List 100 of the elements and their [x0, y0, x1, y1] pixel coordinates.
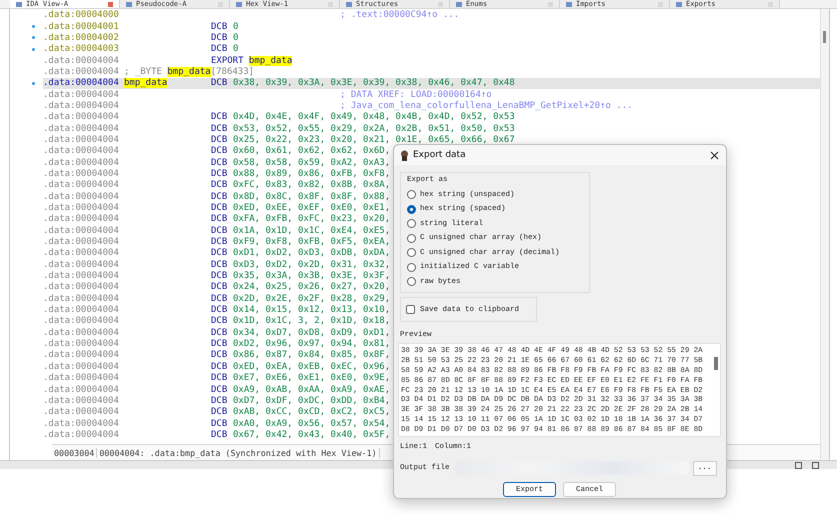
mnemonic: DCB [211, 180, 228, 190]
operand: 0xA0, 0xA9, 0x56, 0x57, 0x54, [233, 418, 390, 429]
address: .data:00004004 [43, 146, 120, 156]
comment: ; Java_com_lena_colorfullena_LenaBMP_GetPixel+20↑o ... [340, 100, 633, 111]
mnemonic: DCB [211, 373, 228, 384]
address: .data:00004004 [43, 282, 120, 292]
address: .data:00004004 [43, 100, 120, 111]
operand: 0x53, 0x52, 0x55, 0x29, 0x2A, 0x2B, 0x51, 0x50, 0x53 [233, 124, 515, 134]
mnemonic: DCB [211, 362, 228, 372]
radio-button[interactable] [407, 219, 416, 228]
address: .data:00004002 [43, 32, 120, 43]
operand: 0x1D, 0x1C, 3, 2, 0x1D, 0x18, [233, 316, 390, 326]
address: .data:00004004 [43, 396, 120, 406]
address: .data:00004004 [43, 271, 120, 282]
mnemonic: DCB [211, 203, 228, 214]
mnemonic: DCB [211, 260, 228, 270]
address: .data:00004004 [43, 180, 120, 190]
tab-icon [126, 2, 132, 6]
address: .data:00004004 [43, 237, 120, 248]
mnemonic: DCB [211, 248, 228, 258]
operand: 0x24, 0x25, 0x26, 0x27, 0x20, [233, 282, 390, 292]
address: .data:00004004 [43, 339, 120, 350]
operand: 0xED, 0xEA, 0xEB, 0xEC, 0x96, [233, 362, 390, 372]
operand: 0x8D, 0x8C, 0x8F, 0x8F, 0x88, [233, 192, 390, 202]
operand: 0x38, 0x39, 0x3A, 0x3E, 0x39, 0x38, 0x46, 0x47, 0x48 [233, 78, 515, 88]
tab-icon [346, 2, 352, 6]
operand: 0xA9, 0xAB, 0xAA, 0xA9, 0xAE, [233, 384, 390, 395]
address: .data:00004004 [43, 168, 120, 179]
address: .data:00004004 [43, 328, 120, 338]
mnemonic: DCB [211, 396, 228, 406]
operand: 0x67, 0x42, 0x43, 0x40, 0x5F, [233, 430, 390, 440]
mnemonic: DCB [211, 44, 228, 54]
mnemonic: DCB [211, 158, 228, 168]
operand: 0x60, 0x61, 0x62, 0x62, 0x6D, [233, 146, 390, 156]
operand: 0xFA, 0xFB, 0xFC, 0x23, 0x20, [233, 214, 390, 224]
comment: ; .text:00000C94↑o ... [340, 10, 460, 20]
operand: 0x1A, 0x1D, 0x1C, 0xE4, 0xE5, [233, 226, 390, 236]
tab-close-icon[interactable] [108, 2, 113, 6]
operand: 0x35, 0x3A, 0x3B, 0x3E, 0x3F, [233, 271, 390, 282]
operand: 0xD1, 0xD2, 0xD3, 0xDB, 0xDA, [233, 248, 390, 258]
address: .data:00004004 [43, 407, 120, 418]
preview-area[interactable] [398, 343, 721, 437]
tab-icon [456, 2, 462, 6]
address: .data:00004004 [43, 192, 120, 202]
address: .data:00004004 [43, 158, 120, 168]
radio-button[interactable] [407, 234, 416, 243]
mnemonic: DCB [211, 192, 228, 202]
mnemonic: DCB [211, 282, 228, 292]
address: .data:00004004 [43, 294, 120, 304]
mnemonic: DCB [211, 22, 228, 32]
address: .data:00004001 [43, 22, 120, 32]
address: .data:00004004 [43, 373, 120, 384]
tab-icon [676, 2, 682, 6]
operand: 0 [233, 32, 238, 43]
mnemonic: DCB [211, 418, 228, 429]
address: .data:00004004 [43, 134, 120, 145]
operand: 0xF9, 0xF8, 0xFB, 0xF5, 0xEA, [233, 237, 390, 248]
dialog-title: Export data [413, 150, 466, 160]
comment: ; DATA XREF: LOAD:00000164↑o [340, 90, 492, 100]
panel-icon[interactable] [812, 462, 819, 468]
scrollbar-thumb[interactable] [714, 357, 718, 370]
address: .data:00004000 [43, 10, 120, 20]
mnemonic: DCB [211, 168, 228, 179]
operand: 0x4D, 0x4E, 0x4F, 0x49, 0x48, 0x4B, 0x4D, 0x52, 0x53 [233, 112, 515, 122]
address: .data:00004004 [43, 78, 120, 88]
address: .data:00004004 [43, 260, 120, 270]
operand: 0 [233, 22, 238, 32]
address: .data:00004004 [43, 350, 120, 360]
mnemonic: DCB [211, 316, 228, 326]
scrollbar[interactable] [820, 9, 829, 460]
operand: bmp_data [248, 56, 292, 66]
address: .data:00004004 [43, 316, 120, 326]
mnemonic: DCB [211, 294, 228, 304]
mnemonic: DCB [211, 430, 228, 440]
tab-icon [566, 2, 572, 6]
address: .data:00004003 [43, 44, 120, 54]
address: .data:00004004 [43, 124, 120, 134]
mnemonic: DCB [211, 32, 228, 43]
radio-button[interactable] [407, 204, 416, 214]
operand: 0xAB, 0xCC, 0xCD, 0xC2, 0xC5, [233, 407, 390, 418]
mnemonic: DCB [211, 78, 228, 88]
address: .data:00004004 [43, 112, 120, 122]
operand: 0x88, 0x89, 0x86, 0xFB, 0xF8, [233, 168, 390, 179]
operand: 0x25, 0x22, 0x23, 0x20, 0x21, 0x1E, 0x65, 0x66, 0x67 [233, 134, 515, 145]
address: .data:00004004 [43, 418, 120, 429]
mnemonic: DCB [211, 134, 228, 145]
radio-button[interactable] [407, 248, 416, 258]
radio-button[interactable] [407, 277, 416, 286]
panel-icon[interactable] [795, 462, 802, 468]
checkbox[interactable] [406, 305, 415, 314]
mnemonic: DCB [211, 407, 228, 418]
tab-icon [16, 2, 22, 6]
address: .data:00004004 [43, 66, 120, 77]
mnemonic: DCB [211, 305, 228, 316]
radio-button[interactable] [407, 190, 416, 200]
address: .data:00004004 [43, 226, 120, 236]
radio-button[interactable] [407, 262, 416, 272]
address: .data:00004004 [43, 90, 120, 100]
operand: 0xD2, 0x96, 0x97, 0x94, 0x81, [233, 339, 390, 350]
operand: 0x2D, 0x2E, 0x2F, 0x28, 0x29, [233, 294, 390, 304]
